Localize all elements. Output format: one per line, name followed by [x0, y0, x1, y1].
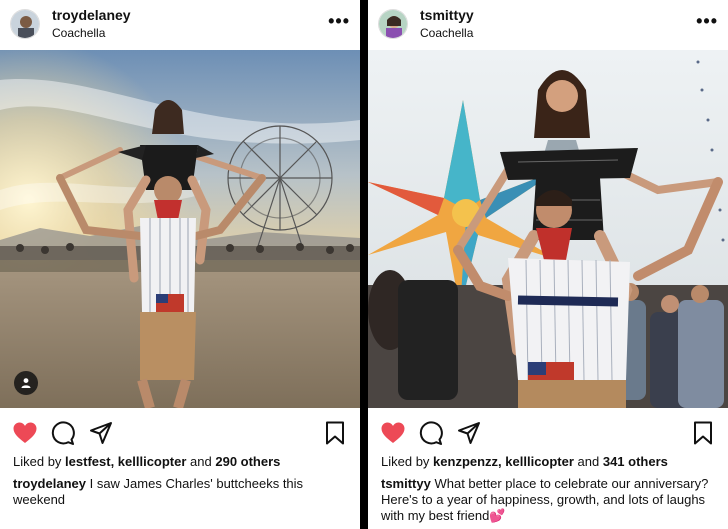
bookmark-icon[interactable] — [322, 420, 348, 446]
heart-filled-icon[interactable] — [12, 420, 38, 446]
liked-by-others[interactable]: 290 others — [215, 454, 280, 469]
more-options-button[interactable]: ••• — [328, 12, 350, 36]
avatar[interactable] — [378, 9, 408, 39]
post-header: tsmittyy Coachella ••• — [368, 0, 728, 48]
caption: troydelaney I saw James Charles' buttche… — [13, 476, 346, 508]
bookmark-icon[interactable] — [690, 420, 716, 446]
share-icon[interactable] — [456, 420, 482, 446]
liked-by-connector: and — [186, 454, 216, 469]
heart-filled-icon[interactable] — [380, 420, 406, 446]
post-troydelaney: troydelaney Coachella ••• Liked by lestf… — [0, 0, 360, 529]
post-tsmittyy: tsmittyy Coachella ••• Liked by kenzpenz… — [368, 0, 728, 529]
liked-by-connector: and — [573, 454, 603, 469]
avatar[interactable] — [10, 9, 40, 39]
liked-by-others[interactable]: 341 others — [603, 454, 668, 469]
caption-username[interactable]: tsmittyy — [381, 476, 431, 491]
liked-by-users[interactable]: kenzpenzz, kelllicopter — [433, 454, 574, 469]
comment-icon[interactable] — [418, 420, 444, 446]
action-bar — [0, 418, 360, 448]
action-bar — [368, 418, 728, 448]
username[interactable]: troydelaney — [52, 7, 131, 23]
username[interactable]: tsmittyy — [420, 7, 474, 23]
post-photo[interactable] — [368, 50, 728, 408]
caption: tsmittyy What better place to celebrate … — [381, 476, 714, 524]
person-tag-icon[interactable] — [14, 371, 38, 395]
comment-icon[interactable] — [50, 420, 76, 446]
caption-username[interactable]: troydelaney — [13, 476, 86, 491]
share-icon[interactable] — [88, 420, 114, 446]
post-header: troydelaney Coachella ••• — [0, 0, 360, 48]
likes-summary: Liked by lestfest, kelllicopter and 290 … — [13, 454, 350, 469]
post-photo[interactable] — [0, 50, 360, 408]
likes-summary: Liked by kenzpenzz, kelllicopter and 341… — [381, 454, 718, 469]
location-link[interactable]: Coachella — [52, 26, 131, 40]
location-link[interactable]: Coachella — [420, 26, 474, 40]
more-options-button[interactable]: ••• — [696, 12, 718, 36]
liked-by-users[interactable]: lestfest, kelllicopter — [65, 454, 186, 469]
caption-text: What better place to celebrate our anniv… — [381, 476, 709, 523]
liked-by-prefix: Liked by — [13, 454, 66, 469]
liked-by-prefix: Liked by — [381, 454, 434, 469]
